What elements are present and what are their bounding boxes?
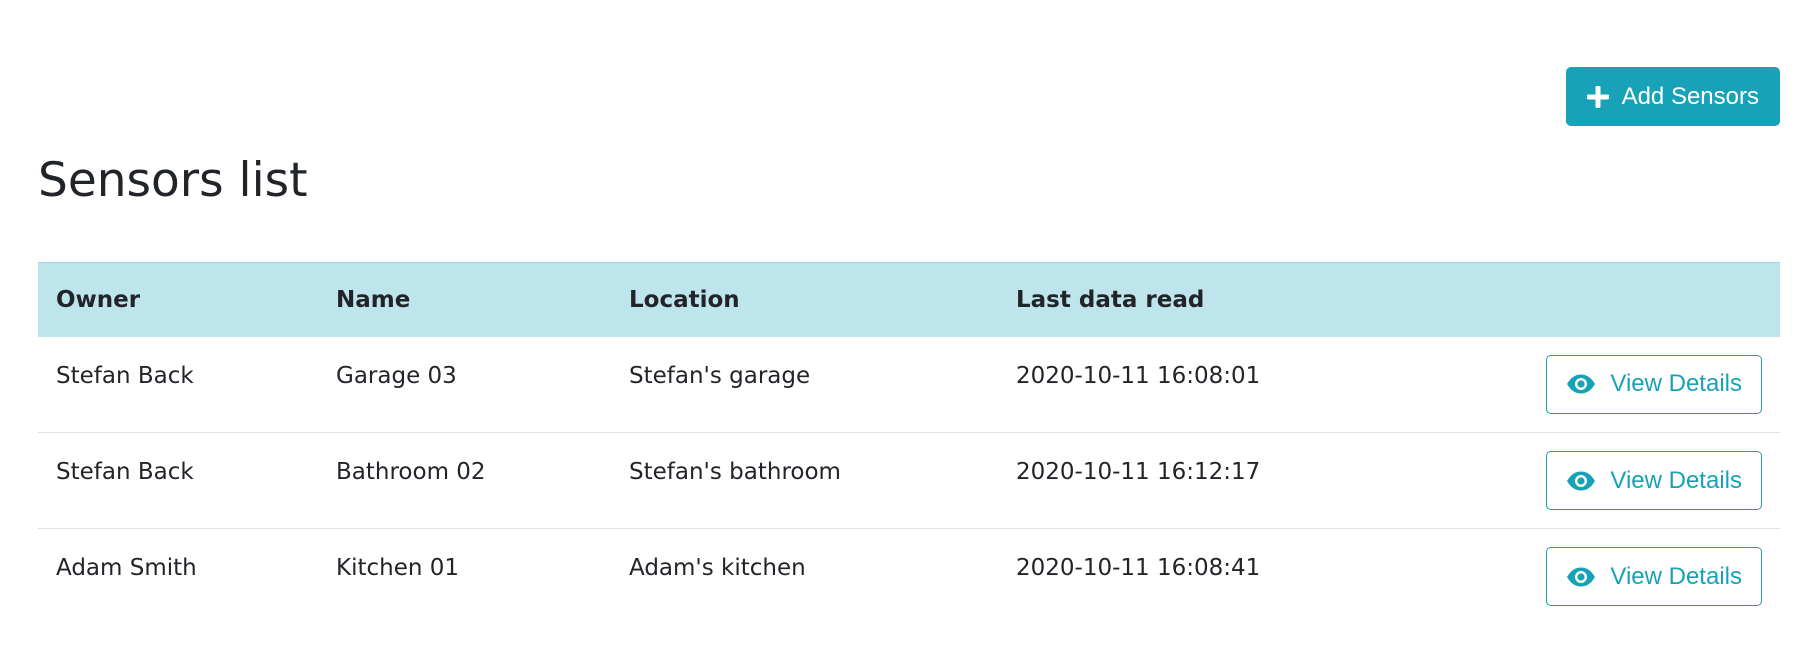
column-header-name: Name — [318, 262, 611, 337]
eye-icon — [1566, 374, 1596, 394]
table-body: Stefan Back Garage 03 Stefan's garage 20… — [38, 337, 1780, 625]
view-details-button[interactable]: View Details — [1546, 354, 1762, 414]
plus-icon — [1586, 85, 1609, 108]
page-title: Sensors list — [38, 153, 308, 208]
cell-name: Kitchen 01 — [318, 528, 611, 625]
last-data-read-text: 2020-10-11 16:12:17 — [1016, 459, 1261, 485]
name-text: Bathroom 02 — [336, 459, 486, 485]
main-container: Add Sensors Sensors list Owner Name Loca… — [38, 0, 1780, 658]
view-details-button[interactable]: View Details — [1546, 547, 1762, 606]
table-header: Owner Name Location Last data read — [38, 262, 1780, 337]
cell-location: Adam's kitchen — [611, 528, 998, 625]
last-data-read-text: 2020-10-11 16:08:41 — [1016, 555, 1261, 581]
cell-name: Garage 03 — [318, 337, 611, 433]
owner-text: Stefan Back — [56, 459, 194, 485]
cell-actions: View Details — [1438, 528, 1780, 625]
column-header-owner: Owner — [38, 262, 318, 337]
view-details-button[interactable]: View Details — [1546, 451, 1762, 510]
view-details-label: View Details — [1610, 466, 1742, 494]
column-header-actions — [1438, 262, 1780, 337]
location-text: Stefan's bathroom — [629, 459, 841, 485]
column-header-last-data-read: Last data read — [998, 262, 1438, 337]
cell-last-data-read: 2020-10-11 16:12:17 — [998, 432, 1438, 529]
eye-icon — [1566, 471, 1596, 491]
location-text: Adam's kitchen — [629, 555, 806, 581]
cell-owner: Stefan Back — [38, 337, 318, 433]
cell-actions: View Details — [1438, 432, 1780, 529]
owner-text: Stefan Back — [56, 362, 194, 389]
owner-text: Adam Smith — [56, 555, 197, 581]
table-header-row: Owner Name Location Last data read — [38, 262, 1780, 337]
top-bar: Add Sensors — [38, 0, 1780, 132]
cell-location: Stefan's garage — [611, 337, 998, 433]
last-data-read-text: 2020-10-11 16:08:01 — [1016, 362, 1261, 389]
name-text: Garage 03 — [336, 362, 457, 389]
cell-last-data-read: 2020-10-11 16:08:01 — [998, 337, 1438, 433]
eye-icon — [1566, 567, 1596, 587]
sensors-table: Owner Name Location Last data read Stefa… — [38, 262, 1780, 625]
view-details-label: View Details — [1610, 370, 1742, 397]
cell-name: Bathroom 02 — [318, 432, 611, 529]
table-row: Stefan Back Garage 03 Stefan's garage 20… — [38, 337, 1780, 433]
cell-owner: Stefan Back — [38, 432, 318, 529]
location-text: Stefan's garage — [629, 362, 811, 389]
table-row: Stefan Back Bathroom 02 Stefan's bathroo… — [38, 432, 1780, 529]
add-sensors-label: Add Sensors — [1621, 82, 1759, 110]
add-sensors-button[interactable]: Add Sensors — [1565, 67, 1780, 126]
cell-actions: View Details — [1438, 337, 1780, 433]
column-header-location: Location — [611, 262, 998, 337]
view-details-label: View Details — [1610, 562, 1742, 590]
table-row: Adam Smith Kitchen 01 Adam's kitchen 202… — [38, 528, 1780, 625]
cell-owner: Adam Smith — [38, 528, 318, 625]
cell-last-data-read: 2020-10-11 16:08:41 — [998, 528, 1438, 625]
name-text: Kitchen 01 — [336, 555, 460, 581]
cell-location: Stefan's bathroom — [611, 432, 998, 529]
